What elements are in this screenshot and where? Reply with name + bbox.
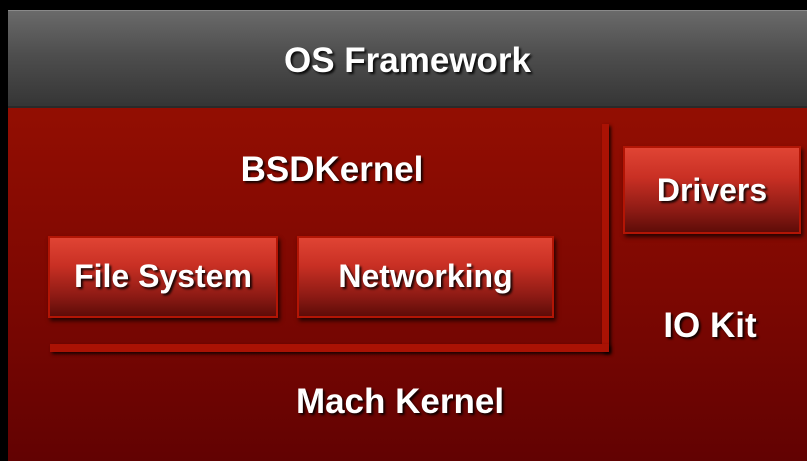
os-architecture-diagram: OS Framework BSDKernel File System Netwo… xyxy=(0,0,807,461)
os-framework-layer: OS Framework xyxy=(8,10,807,107)
networking-label: Networking xyxy=(338,258,513,294)
io-kit-label: IO Kit xyxy=(663,306,757,345)
mach-kernel-label: Mach Kernel xyxy=(295,382,505,421)
bsd-kernel-label: BSDKernel xyxy=(240,150,424,189)
networking-box: Networking xyxy=(297,236,554,318)
bsd-kernel-border-right xyxy=(602,124,609,352)
drivers-label: Drivers xyxy=(656,172,768,208)
file-system-label: File System xyxy=(74,258,252,294)
bsd-kernel-border-bottom xyxy=(50,344,609,352)
file-system-box: File System xyxy=(48,236,278,318)
os-framework-label: OS Framework xyxy=(283,41,532,80)
drivers-box: Drivers xyxy=(623,146,801,234)
